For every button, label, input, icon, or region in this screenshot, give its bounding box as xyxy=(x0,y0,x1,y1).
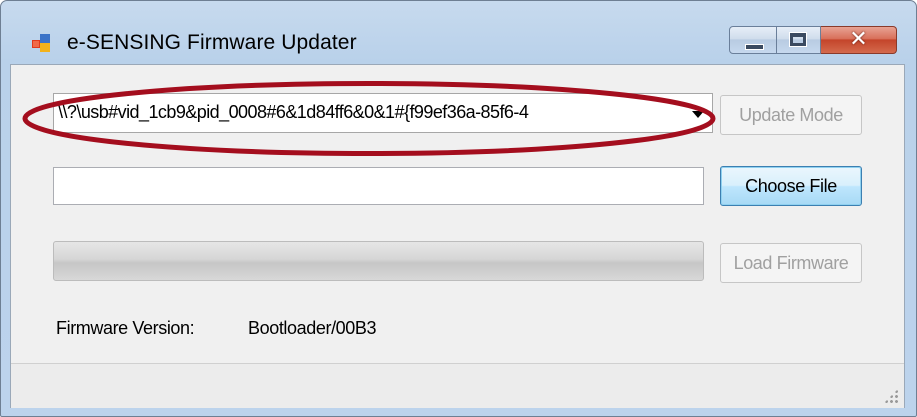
window-title: e-SENSING Firmware Updater xyxy=(67,31,357,54)
update-mode-button[interactable]: Update Mode xyxy=(720,95,862,135)
maximize-icon xyxy=(790,33,806,46)
title-bar[interactable]: e-SENSING Firmware Updater ✕ xyxy=(1,1,916,63)
size-grip-icon[interactable] xyxy=(884,389,898,403)
file-path-input[interactable] xyxy=(53,167,704,205)
firmware-version-label: Firmware Version: xyxy=(56,318,195,338)
maximize-button[interactable] xyxy=(777,26,821,54)
chevron-down-icon[interactable] xyxy=(692,111,704,118)
choose-file-button[interactable]: Choose File xyxy=(720,166,862,206)
caption-buttons: ✕ xyxy=(729,26,897,56)
close-icon: ✕ xyxy=(849,27,868,52)
device-select[interactable]: \\?\usb#vid_1cb9&pid_0008#6&1d84ff6&0&1#… xyxy=(53,93,713,133)
minimize-icon xyxy=(745,44,764,50)
client-area: \\?\usb#vid_1cb9&pid_0008#6&1d84ff6&0&1#… xyxy=(10,64,905,408)
load-firmware-button[interactable]: Load Firmware xyxy=(720,243,862,283)
device-select-value: \\?\usb#vid_1cb9&pid_0008#6&1d84ff6&0&1#… xyxy=(58,102,529,122)
minimize-button[interactable] xyxy=(729,26,777,54)
firmware-progress-bar xyxy=(53,241,704,281)
app-window: e-SENSING Firmware Updater ✕ \\?\usb#vid… xyxy=(0,0,917,417)
app-window-icon xyxy=(32,34,50,52)
status-bar xyxy=(11,363,904,408)
close-button[interactable]: ✕ xyxy=(821,26,897,54)
firmware-version-value: Bootloader/00B3 xyxy=(248,318,377,338)
